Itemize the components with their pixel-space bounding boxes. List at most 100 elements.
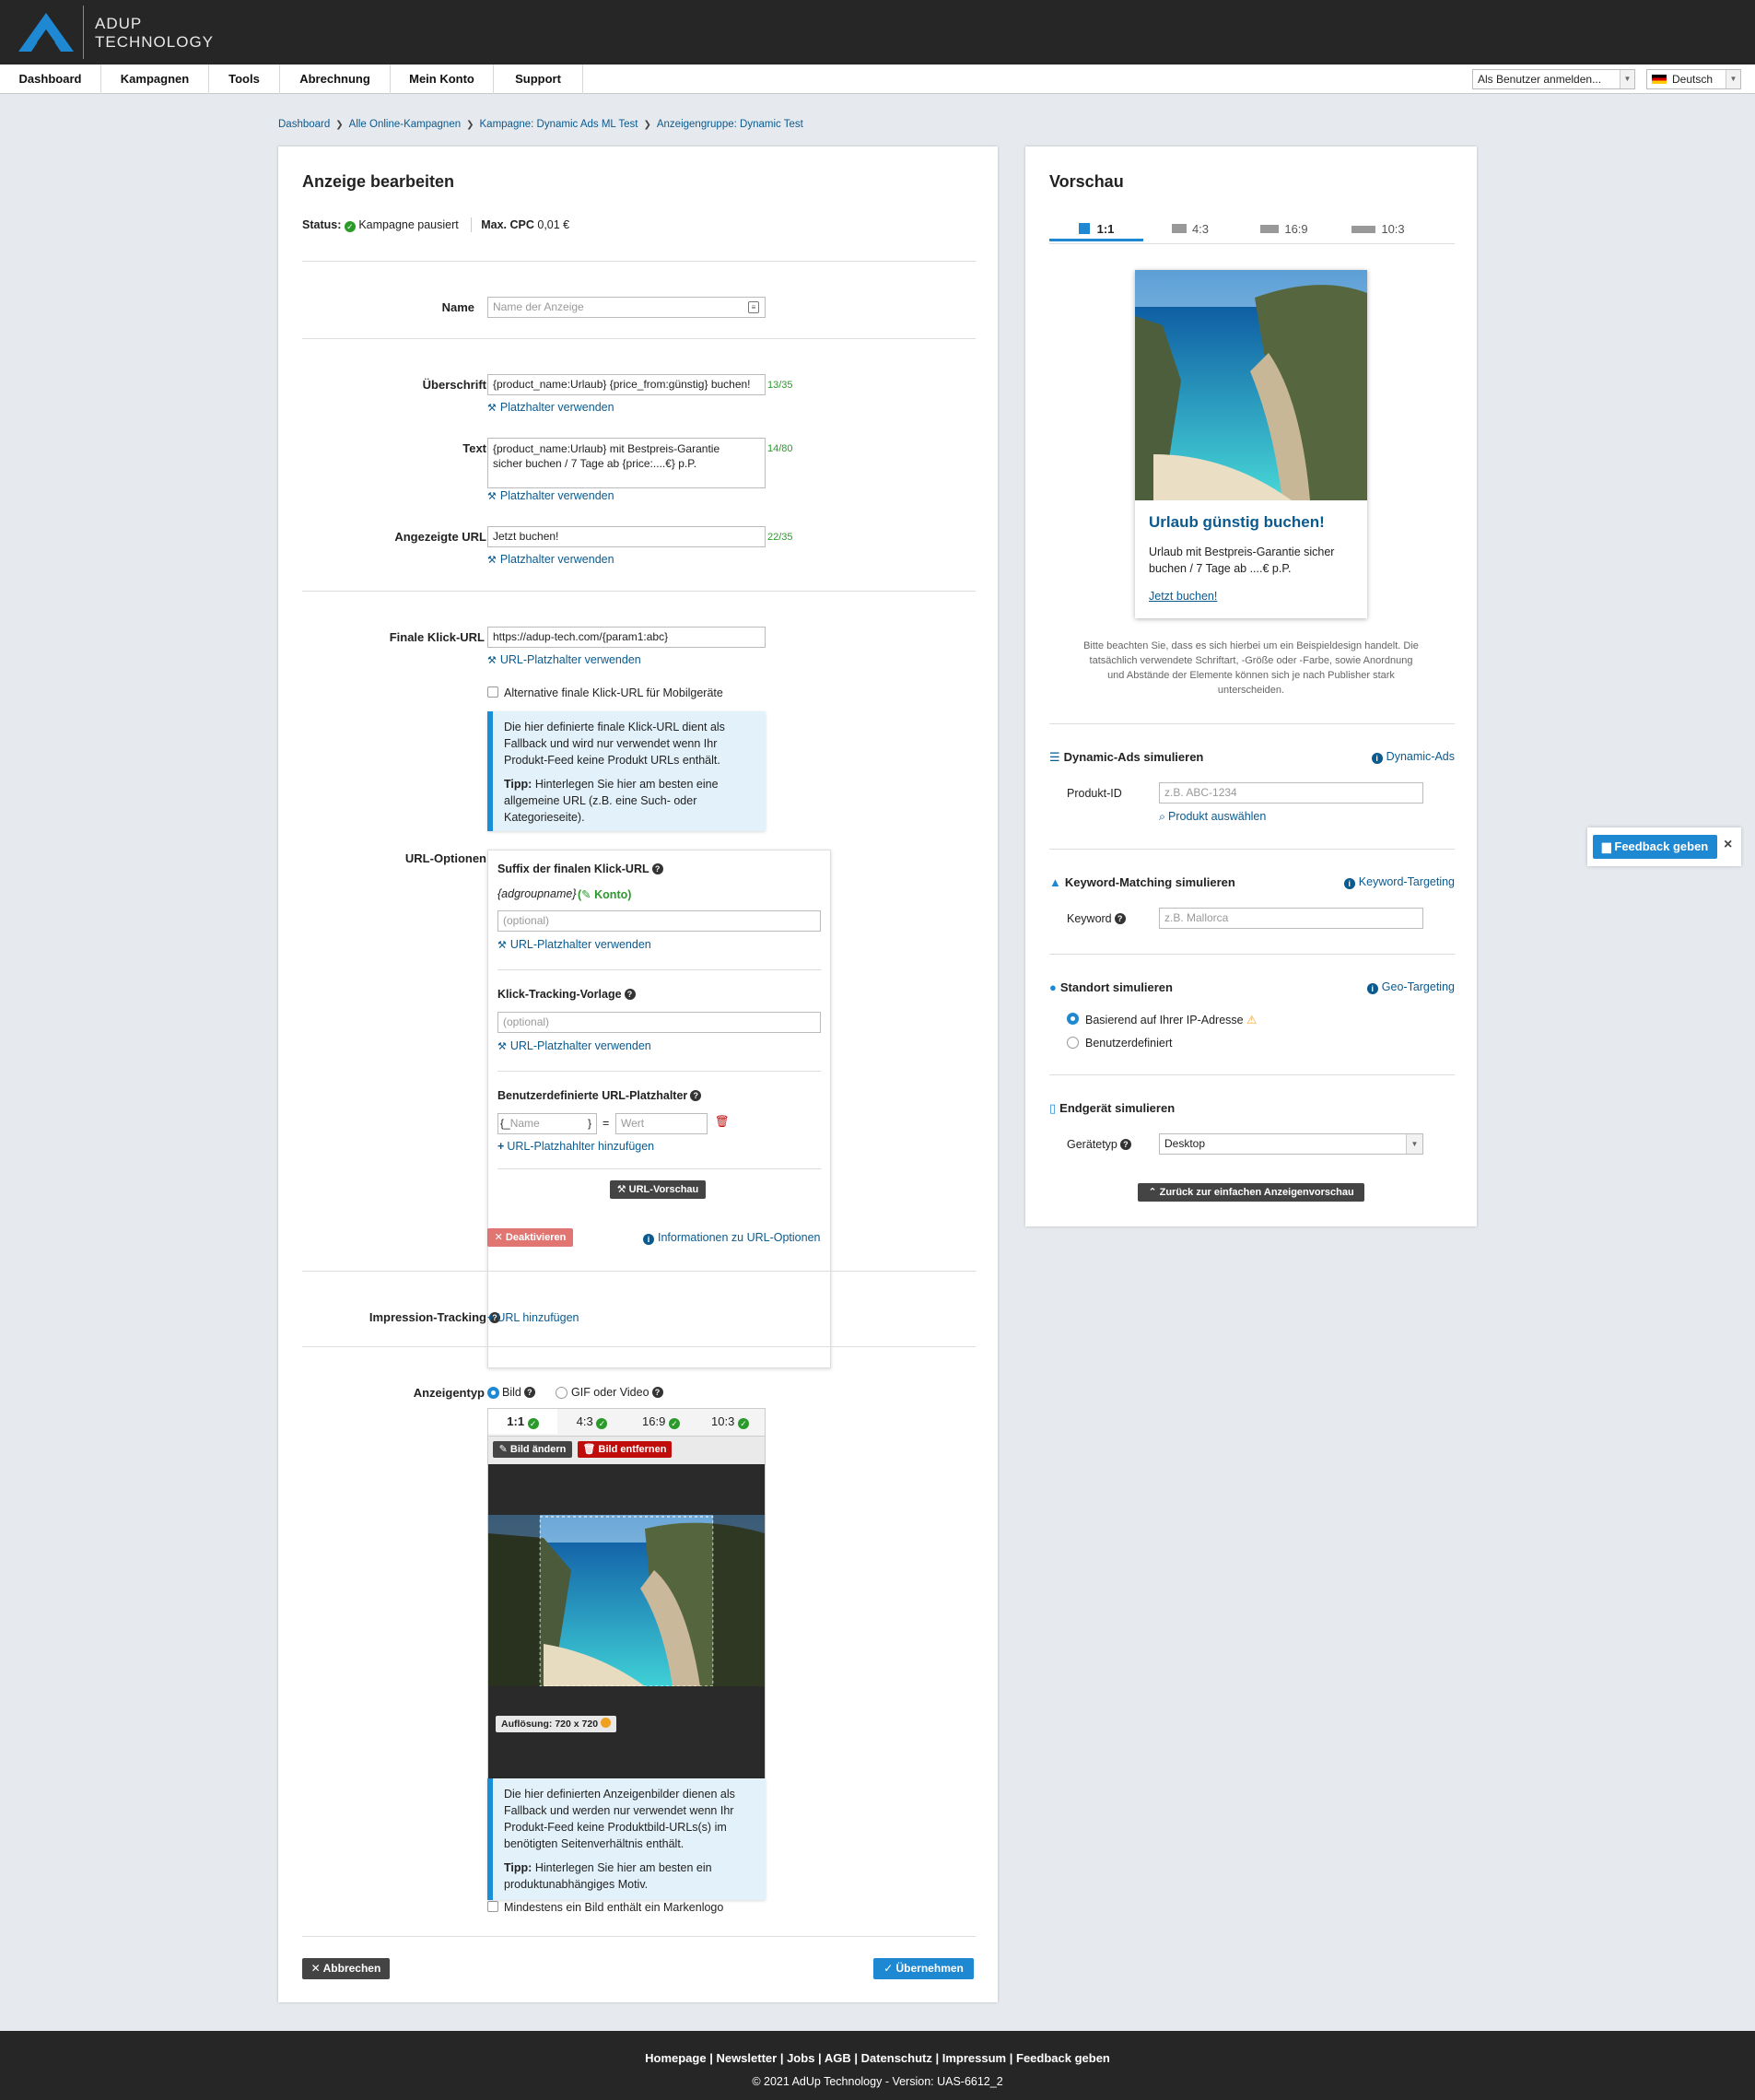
- final-url-input[interactable]: https://adup-tech.com/{param1:abc}: [487, 627, 766, 648]
- adtype-gif-radio[interactable]: [556, 1387, 567, 1399]
- help-icon[interactable]: ?: [1114, 913, 1126, 924]
- help-icon[interactable]: ?: [624, 989, 636, 1000]
- logo-divider: [83, 6, 84, 59]
- custom-name-input[interactable]: {_Name}: [497, 1113, 597, 1134]
- adtype-image-label: Bild?: [502, 1386, 535, 1399]
- keyword-targeting-link[interactable]: i Keyword-Targeting: [1307, 875, 1455, 889]
- help-icon[interactable]: ?: [523, 1387, 535, 1398]
- url-preview-button[interactable]: ⚒ URL-Vorschau: [610, 1180, 706, 1199]
- footer-link-agb[interactable]: AGB: [825, 2051, 851, 2065]
- breadcrumb-dashboard[interactable]: Dashboard: [278, 119, 330, 130]
- pencil-icon: ✎: [498, 1444, 508, 1455]
- help-icon[interactable]: ?: [1119, 1139, 1131, 1150]
- url-options-info-link[interactable]: i Informationen zu URL-Optionen: [643, 1231, 820, 1245]
- mobile-url-checkbox[interactable]: [487, 686, 498, 698]
- language-select[interactable]: Deutsch ▼: [1646, 69, 1741, 89]
- ratio-tab-16-9[interactable]: 16:9 ✓: [626, 1409, 696, 1434]
- brand-logo-checkbox[interactable]: [487, 1901, 498, 1912]
- geo-custom-radio[interactable]: [1067, 1037, 1079, 1049]
- nav-abrechnung[interactable]: Abrechnung: [280, 65, 391, 94]
- check-circle-icon: ✓: [344, 221, 356, 232]
- dynamic-ads-link[interactable]: i Dynamic-Ads: [1326, 750, 1455, 764]
- breadcrumb-adgroup[interactable]: Anzeigengruppe: Dynamic Test: [657, 119, 803, 130]
- nav-tools[interactable]: Tools: [209, 65, 280, 94]
- info-text: Die hier definierten Anzeigenbilder dien…: [504, 1788, 735, 1850]
- display-url-placeholder-link[interactable]: ⚒ Platzhalter verwenden: [487, 553, 614, 566]
- adup-logo[interactable]: [18, 13, 74, 52]
- add-url-link[interactable]: + URL hinzufügen: [487, 1311, 579, 1324]
- top-bar: ADUP TECHNOLOGY: [0, 0, 1755, 65]
- text-placeholder-link[interactable]: ⚒ Platzhalter verwenden: [487, 489, 614, 502]
- name-input[interactable]: Name der Anzeige ≡: [487, 297, 766, 318]
- footer-link-newsletter[interactable]: Newsletter: [716, 2051, 777, 2065]
- footer-link-impressum[interactable]: Impressum: [942, 2051, 1006, 2065]
- custom-value-input[interactable]: Wert: [615, 1113, 708, 1134]
- cancel-button[interactable]: ✕ Abbrechen: [302, 1958, 390, 1979]
- change-image-button[interactable]: ✎ Bild ändern: [493, 1441, 572, 1458]
- trash-icon[interactable]: 🗑: [715, 1115, 730, 1129]
- ratio-tab-10-3[interactable]: 10:3 ✓: [696, 1409, 765, 1434]
- preview-tab-10-3[interactable]: 10:3: [1331, 217, 1425, 241]
- final-url-placeholder-link[interactable]: ⚒ URL-Platzhalter verwenden: [487, 653, 641, 666]
- nav-mein-konto[interactable]: Mein Konto: [391, 65, 494, 94]
- divider: [1049, 723, 1455, 724]
- device-type-select[interactable]: Desktop ▼: [1159, 1133, 1423, 1155]
- magic-wand-icon: ⚒: [487, 403, 497, 414]
- close-icon[interactable]: ×: [1724, 837, 1732, 853]
- adtype-image-radio[interactable]: [487, 1387, 499, 1399]
- footer-link-jobs[interactable]: Jobs: [787, 2051, 814, 2065]
- nav-dashboard[interactable]: Dashboard: [0, 65, 101, 94]
- nav-support[interactable]: Support: [494, 65, 583, 94]
- mobile-icon: ▯: [1049, 1101, 1057, 1115]
- apply-button[interactable]: ✓ Übernehmen: [873, 1958, 974, 1979]
- preview-tab-1-1[interactable]: 1:1: [1049, 217, 1143, 241]
- text-counter: 14/80: [767, 443, 793, 454]
- preview-tab-16-9[interactable]: 16:9: [1237, 217, 1331, 241]
- breadcrumb-campaigns[interactable]: Alle Online-Kampagnen: [349, 119, 461, 130]
- text-textarea[interactable]: {product_name:Urlaub} mit Bestpreis-Gara…: [487, 438, 766, 488]
- preview-tab-4-3[interactable]: 4:3: [1143, 217, 1237, 241]
- geo-ip-label: Basierend auf Ihrer IP-Adresse ⚠: [1085, 1014, 1258, 1027]
- ad-preview-card[interactable]: Urlaub günstig buchen! Urlaub mit Bestpr…: [1135, 270, 1367, 618]
- headline-input[interactable]: {product_name:Urlaub} {price_from:günsti…: [487, 374, 766, 395]
- back-to-simple-preview-button[interactable]: ⌃ Zurück zur einfachen Anzeigenvorschau: [1138, 1183, 1364, 1202]
- tracking-input[interactable]: (optional): [497, 1012, 821, 1033]
- help-icon[interactable]: ?: [651, 1387, 663, 1398]
- product-id-input[interactable]: z.B. ABC-1234: [1159, 782, 1423, 804]
- headline-placeholder-link[interactable]: ⚒ Platzhalter verwenden: [487, 401, 614, 414]
- geo-custom-label: Benutzerdefiniert: [1085, 1037, 1173, 1050]
- suffix-placeholder-link[interactable]: ⚒ URL-Platzhalter verwenden: [497, 938, 651, 951]
- remove-image-button[interactable]: 🗑 Bild entfernen: [578, 1441, 672, 1458]
- chevron-right-icon: ❯: [643, 120, 651, 130]
- breadcrumb-campaign[interactable]: Kampagne: Dynamic Ads ML Test: [480, 119, 638, 130]
- info-icon: i: [643, 1234, 654, 1245]
- cpc-value: 0,01 €: [537, 218, 570, 231]
- deactivate-button[interactable]: ✕ Deaktivieren: [487, 1228, 573, 1247]
- keyword-input[interactable]: z.B. Mallorca: [1159, 908, 1423, 929]
- tracking-placeholder-link[interactable]: ⚒ URL-Platzhalter verwenden: [497, 1039, 651, 1052]
- footer-link-feedback[interactable]: Feedback geben: [1016, 2051, 1110, 2065]
- suffix-konto-link[interactable]: (✎ Konto): [578, 887, 631, 901]
- divider: [471, 217, 473, 232]
- login-as-select[interactable]: Als Benutzer anmelden... ▼: [1472, 69, 1635, 89]
- suffix-value: {adgroupname}: [497, 887, 577, 900]
- geo-targeting-link[interactable]: i Geo-Targeting: [1326, 980, 1455, 994]
- geo-ip-radio[interactable]: [1067, 1013, 1079, 1025]
- custom-placeholder-title: Benutzerdefinierte URL-Platzhalter?: [497, 1089, 702, 1102]
- add-placeholder-link[interactable]: + URL-Platzhahlter hinzufügen: [497, 1140, 654, 1153]
- magic-wand-icon: ⚒: [497, 1041, 507, 1052]
- suffix-input[interactable]: (optional): [497, 910, 821, 932]
- help-icon[interactable]: ?: [690, 1090, 702, 1101]
- check-circle-icon: ✓: [527, 1418, 539, 1429]
- footer-link-datenschutz[interactable]: Datenschutz: [861, 2051, 932, 2065]
- ratio-tab-1-1[interactable]: 1:1 ✓: [488, 1409, 557, 1434]
- footer-link-homepage[interactable]: Homepage: [645, 2051, 706, 2065]
- display-url-input[interactable]: Jetzt buchen!: [487, 526, 766, 547]
- brand-name: ADUP TECHNOLOGY: [95, 15, 215, 51]
- feedback-button[interactable]: ▆ Feedback geben: [1593, 835, 1717, 859]
- ratio-tab-4-3[interactable]: 4:3 ✓: [557, 1409, 626, 1434]
- choose-product-link[interactable]: ⌕ Produkt auswählen: [1159, 810, 1266, 824]
- help-icon[interactable]: ?: [651, 863, 663, 874]
- nav-kampagnen[interactable]: Kampagnen: [101, 65, 209, 94]
- ad-cta[interactable]: Jetzt buchen!: [1149, 590, 1217, 603]
